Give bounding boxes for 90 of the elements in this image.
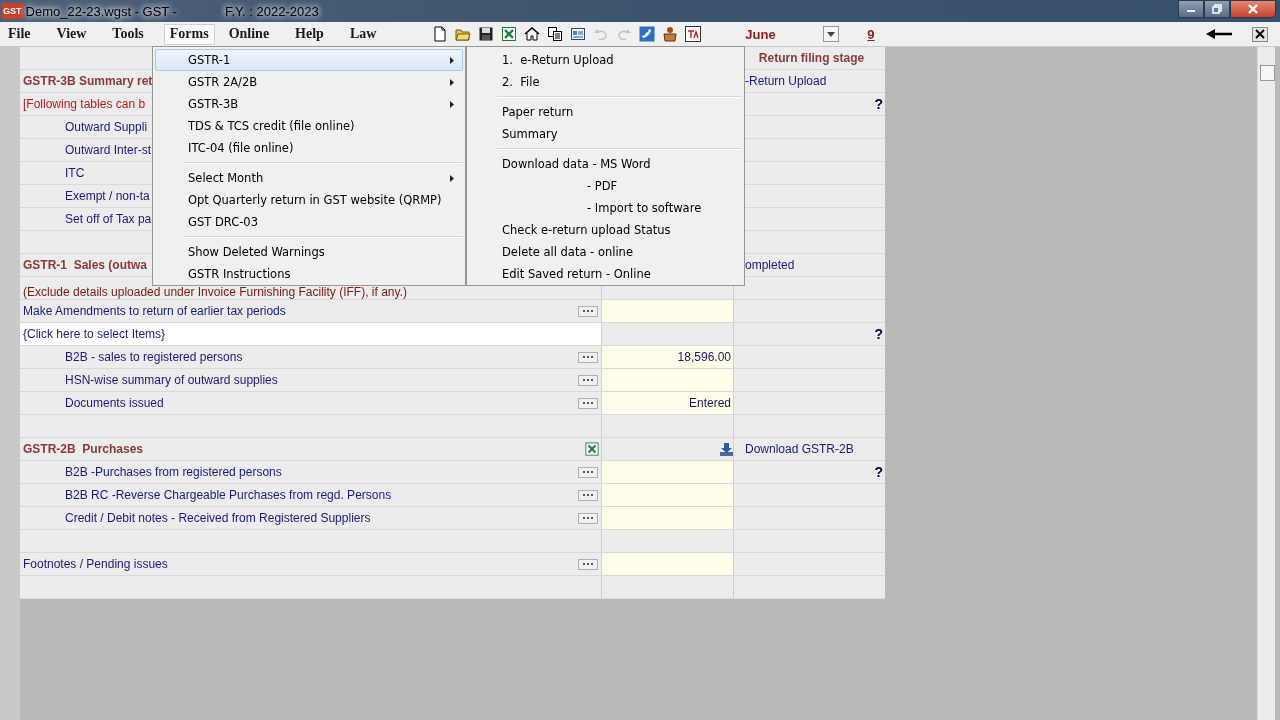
restore-button[interactable] — [1204, 0, 1230, 18]
row-label[interactable]: Credit / Debit notes - Received from Registered Suppliers — [65, 511, 371, 525]
help-icon[interactable]: ? — [874, 464, 883, 480]
more-button[interactable] — [578, 351, 598, 363]
more-button[interactable] — [578, 397, 598, 409]
row-label[interactable]: Documents issued — [65, 396, 164, 410]
restore-icon — [1211, 4, 1223, 14]
status-text: -Return Upload — [744, 74, 827, 88]
menu-item[interactable]: GST DRC-03 — [155, 211, 463, 233]
menu-item[interactable]: Download data - MS Word — [469, 153, 742, 175]
download-link[interactable]: Download GSTR-2B — [738, 442, 854, 456]
menu-item[interactable]: Select Month — [155, 167, 463, 189]
close-icon[interactable] — [1252, 26, 1268, 42]
minimize-button[interactable] — [1178, 0, 1204, 18]
row-label[interactable]: Outward Suppli — [65, 120, 148, 134]
menu-item[interactable]: 2. File — [469, 71, 742, 93]
row-label[interactable]: ITC — [65, 166, 85, 180]
menu-item[interactable]: View — [50, 23, 93, 45]
menu-item[interactable]: Online — [222, 23, 276, 45]
phone-icon[interactable] — [637, 24, 658, 44]
day-number[interactable]: 9 — [867, 26, 875, 42]
menu-item[interactable]: Law — [343, 23, 383, 45]
menu-item[interactable]: - Import to software — [469, 197, 742, 219]
menu-item[interactable]: - PDF — [469, 175, 742, 197]
app-icon: GST — [2, 3, 23, 19]
menu-item[interactable]: Edit Saved return - Online — [469, 263, 742, 285]
row-label[interactable]: B2B RC -Reverse Chargeable Purchases from regd. Persons — [65, 488, 392, 502]
warning-text: [Following tables can b — [23, 97, 146, 111]
help-icon[interactable]: ? — [874, 326, 883, 342]
note-text: (Exclude details uploaded under Invoice Furnishing Facility (IFF), if any.) — [23, 286, 407, 299]
menu-item[interactable]: GSTR Instructions — [155, 263, 463, 285]
status-text: ompleted — [744, 258, 795, 272]
row-label[interactable]: Set off of Tax pa — [65, 212, 152, 226]
menu-item[interactable]: GSTR-3B — [155, 93, 463, 115]
menu-item[interactable]: TDS & TCS credit (file online) — [155, 115, 463, 137]
more-button[interactable] — [578, 558, 598, 570]
input-field[interactable] — [602, 484, 734, 506]
value-text: 18,596.00 — [677, 350, 731, 364]
financial-year: F.Y. : 2022-2023 — [225, 3, 319, 19]
month-label: June — [745, 26, 777, 42]
row-label[interactable]: Exempt / non-ta — [65, 189, 150, 203]
more-button[interactable] — [578, 489, 598, 501]
input-field[interactable] — [602, 553, 734, 575]
caret-icon — [827, 31, 836, 37]
input-field[interactable] — [602, 461, 734, 483]
menu-item[interactable]: Delete all data - online — [469, 241, 742, 263]
section-title: GSTR-2B Purchases — [23, 442, 144, 456]
more-button[interactable] — [578, 374, 598, 386]
more-button[interactable] — [578, 512, 598, 524]
menu-item[interactable]: ITC-04 (file online) — [155, 137, 463, 159]
menu-item[interactable]: Tools — [106, 23, 150, 45]
scrollbar[interactable] — [1257, 47, 1275, 720]
row-label[interactable]: Footnotes / Pending issues — [23, 557, 168, 571]
menu-item[interactable]: Help — [289, 23, 330, 45]
input-field[interactable]: Entered — [602, 392, 734, 414]
row-label[interactable]: B2B - sales to registered persons — [65, 350, 243, 364]
menu-item[interactable]: GSTR 2A/2B — [155, 71, 463, 93]
menu-item[interactable]: Show Deleted Warnings — [155, 241, 463, 263]
section-title: GSTR-1 Sales (outwa — [23, 258, 148, 272]
input-field[interactable]: 18,596.00 — [602, 346, 734, 368]
value-text: Entered — [688, 396, 731, 410]
menu-item[interactable]: Summary — [469, 123, 742, 145]
menu-item[interactable]: Forms — [163, 23, 215, 45]
menu-item[interactable]: GSTR-1 — [155, 49, 463, 71]
select-items-link[interactable]: {Click here to select Items} — [23, 327, 166, 341]
more-button[interactable] — [578, 305, 598, 317]
close-button[interactable] — [1230, 0, 1276, 18]
dropdown-button[interactable] — [823, 26, 840, 42]
window-title: Demo_22-23.wgst - GST - — [25, 3, 177, 19]
menu-item[interactable]: Paper return — [469, 101, 742, 123]
download-icon[interactable] — [720, 442, 733, 456]
row-label[interactable]: B2B -Purchases from registered persons — [65, 465, 282, 479]
column-header: Return filing stage — [758, 51, 865, 65]
close-icon — [1247, 4, 1259, 14]
menu-item[interactable]: Check e-return upload Status — [469, 219, 742, 241]
back-arrow-icon[interactable] — [1206, 28, 1232, 40]
input-field[interactable] — [602, 300, 734, 322]
more-button[interactable] — [578, 466, 598, 478]
menu-item[interactable]: File — [2, 23, 37, 45]
menu-item[interactable]: 1. e-Return Upload — [469, 49, 742, 71]
row-label[interactable]: Make Amendments to return of earlier tax periods — [23, 304, 286, 318]
scroll-thumb[interactable] — [1260, 65, 1275, 81]
menu-item[interactable]: Opt Quarterly return in GST website (QRMP) — [155, 189, 463, 211]
input-field[interactable] — [602, 369, 734, 391]
input-field[interactable] — [602, 507, 734, 529]
section-title: GSTR-3B Summary ret — [23, 74, 153, 88]
row-label[interactable]: Outward Inter-st — [65, 143, 152, 157]
spreadsheet-icon[interactable] — [585, 442, 599, 456]
help-icon[interactable]: ? — [874, 96, 883, 112]
row-label[interactable]: HSN-wise summary of outward supplies — [65, 373, 278, 387]
